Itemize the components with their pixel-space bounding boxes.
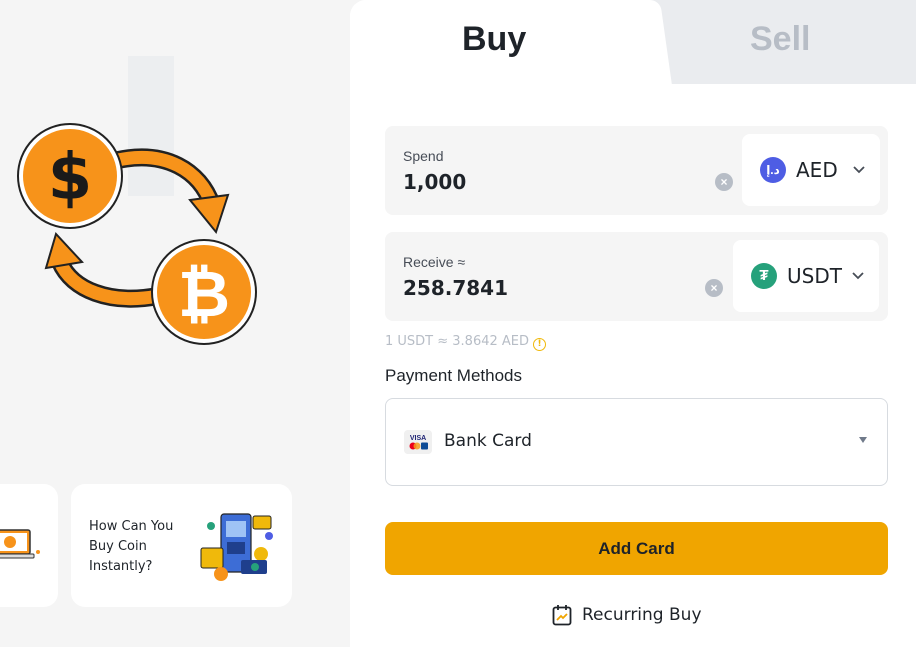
receive-currency-select[interactable]: ₮ USDT — [733, 240, 879, 312]
spend-amount-input[interactable]: 1,000 — [403, 170, 466, 194]
promo-card-text: How Can You Buy Coin Instantly? — [89, 519, 174, 574]
spend-field[interactable]: Spend 1,000 × د.إ AED — [385, 126, 888, 215]
calendar-icon — [552, 605, 572, 626]
tab-sell-label[interactable]: Sell — [750, 20, 810, 59]
add-card-button[interactable]: Add Card — [385, 522, 888, 575]
aed-coin-icon: د.إ — [760, 157, 786, 183]
buy-sell-tabs: Buy Sell — [350, 0, 916, 84]
trade-panel: Buy Sell Spend 1,000 × د.إ AED Receive ≈… — [350, 0, 916, 647]
left-panel: $ ₿ How Can You Buy Coin Instantly? — [0, 0, 350, 647]
bank-card-icon: VISA — [404, 430, 432, 454]
promo-card-partial[interactable] — [0, 484, 58, 607]
recurring-buy-link[interactable]: Recurring Buy — [552, 603, 702, 627]
atm-crypto-icon — [200, 513, 273, 581]
svg-text:VISA: VISA — [410, 435, 426, 442]
laptop-bitcoin-icon — [0, 529, 40, 559]
spend-label: Spend — [403, 148, 444, 164]
receive-label: Receive ≈ — [403, 254, 466, 270]
caret-down-icon — [859, 437, 867, 443]
payment-methods-title: Payment Methods — [385, 366, 523, 385]
spend-currency-code: AED — [796, 158, 838, 182]
spend-currency-select[interactable]: د.إ AED — [742, 134, 880, 206]
payment-method-label: Bank Card — [444, 431, 532, 451]
receive-field[interactable]: Receive ≈ 258.7841 × ₮ USDT — [385, 232, 888, 321]
chevron-down-icon — [853, 166, 865, 174]
exchange-rate: 1 USDT ≈ 3.8642 AED! — [385, 334, 547, 351]
chevron-down-icon — [852, 272, 864, 280]
dollar-glyph: $ — [48, 141, 93, 215]
recurring-buy-label: Recurring Buy — [582, 605, 702, 625]
promo-card-buy-coin[interactable]: How Can You Buy Coin Instantly? — [71, 484, 292, 607]
clear-spend-icon[interactable]: × — [715, 173, 733, 191]
tab-buy-label[interactable]: Buy — [462, 20, 526, 59]
receive-currency-code: USDT — [787, 264, 842, 288]
info-icon[interactable]: ! — [533, 338, 547, 351]
bottom-arrowhead — [44, 232, 84, 270]
tether-coin-icon: ₮ — [751, 263, 777, 289]
top-arrowhead — [188, 193, 230, 235]
bitcoin-glyph: ₿ — [178, 258, 230, 332]
currency-exchange-illustration: $ ₿ — [17, 123, 257, 345]
exchange-rate-text: 1 USDT ≈ 3.8642 AED — [385, 334, 530, 349]
clear-receive-icon[interactable]: × — [705, 279, 723, 297]
receive-amount-input[interactable]: 258.7841 — [403, 276, 508, 300]
payment-method-select[interactable]: VISA Bank Card — [385, 398, 888, 486]
